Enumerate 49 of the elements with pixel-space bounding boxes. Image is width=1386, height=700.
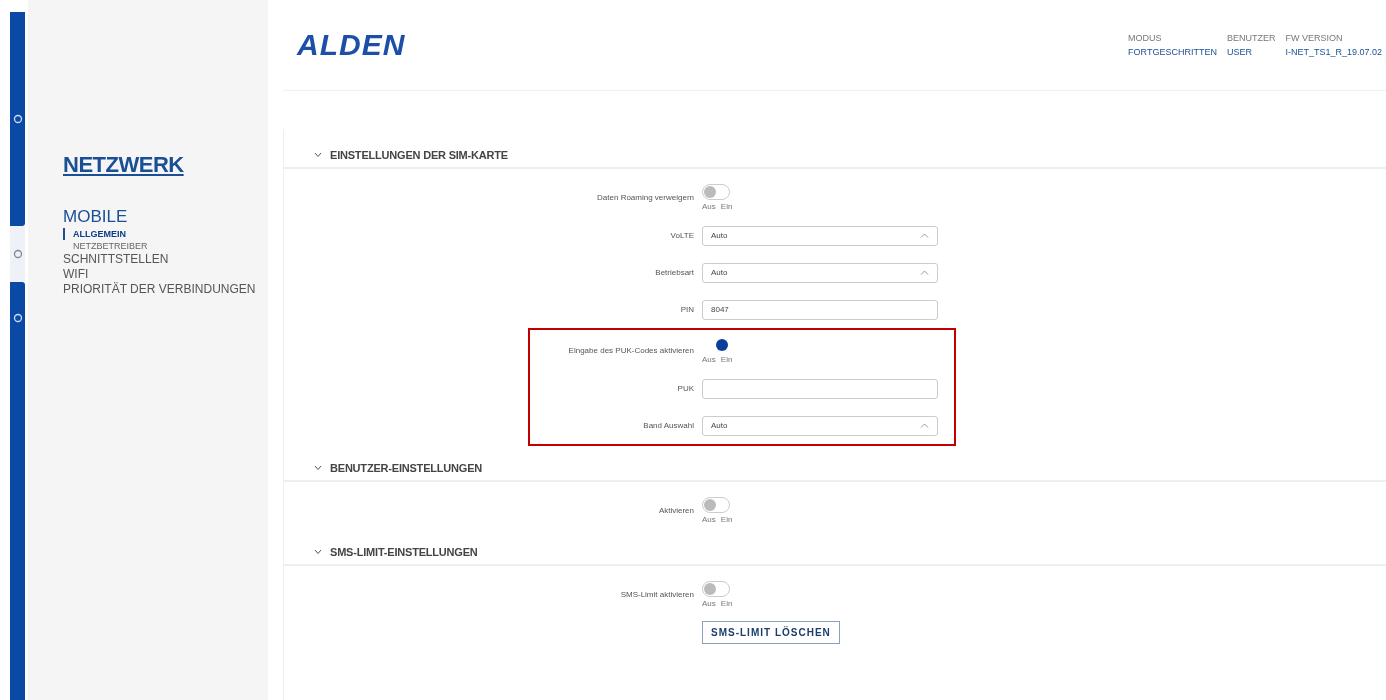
sidebar-subitem[interactable]: NETZBETREIBER: [63, 240, 148, 252]
select-dropdown[interactable]: Auto: [702, 415, 938, 436]
info-label: MODUS: [1128, 33, 1163, 43]
field-label: Daten Roaming verweigern: [596, 192, 694, 202]
clear-limit-button[interactable]: SMS-LIMIT LÖSCHEN: [702, 620, 840, 644]
select-dropdown[interactable]: Auto: [702, 225, 938, 246]
select-dropdown[interactable]: Auto: [702, 262, 938, 283]
toggle-off-label: Aus: [702, 514, 716, 524]
toggle-off-label: Aus: [702, 201, 716, 211]
info-label: BENUTZER: [1226, 33, 1276, 43]
info-value: FORTGESCHRITTEN: [1128, 47, 1217, 57]
section-header[interactable]: EINSTELLUNGEN DER SIM-KARTE: [284, 149, 1386, 169]
toggle-switch[interactable]: [702, 580, 730, 597]
field-label: PIN: [679, 305, 694, 314]
field-label: Eingabe des PUK-Codes aktivieren: [567, 345, 694, 355]
toggle-switch[interactable]: [702, 183, 730, 200]
field-label: PUK: [676, 384, 694, 393]
input-field[interactable]: 8047: [702, 299, 938, 320]
toggle-on-label: Ein: [720, 598, 733, 608]
toggle-switch[interactable]: [702, 496, 730, 513]
toggle-on-label: Ein: [720, 201, 733, 211]
chevron-icon: [314, 152, 322, 158]
chevron-icon: [314, 549, 322, 555]
field-label: Band Auswahl: [642, 421, 694, 430]
sidebar-item[interactable]: PRIORITÄT DER VERBINDUNGEN: [63, 282, 256, 297]
toggle-off-label: Aus: [702, 598, 716, 608]
sidebar-item[interactable]: WIFI: [63, 267, 89, 282]
section-header[interactable]: SMS-LIMIT-EINSTELLUNGEN: [284, 546, 1386, 566]
brand-logo: ALDEN: [297, 28, 406, 62]
toggle-on-label: Ein: [720, 354, 733, 364]
sidebar-item[interactable]: MOBILE: [63, 206, 128, 228]
section-header[interactable]: BENUTZER-EINSTELLUNGEN: [284, 462, 1386, 482]
field-label: Betriebsart: [654, 268, 694, 277]
chevron-icon: [314, 465, 322, 471]
info-label: FW VERSION: [1285, 33, 1344, 43]
field-label: VoLTE: [669, 231, 694, 240]
field-label: Aktivieren: [657, 505, 694, 515]
sidebar-subitem[interactable]: ALLGEMEIN: [63, 228, 126, 240]
field-label: SMS-Limit aktivieren: [619, 589, 694, 599]
info-value: USER: [1226, 47, 1253, 57]
input-field[interactable]: [702, 378, 938, 399]
toggle-on-label: Ein: [720, 514, 733, 524]
sidebar-item[interactable]: SCHNITTSTELLEN: [63, 252, 169, 267]
toggle-off-label: Aus: [702, 354, 716, 364]
caret-icon: [920, 233, 929, 238]
info-value: I-NET_TS1_R_19.07.02: [1285, 47, 1382, 57]
caret-icon: [920, 270, 929, 275]
sidebar-title: NETZWERK: [63, 152, 184, 178]
caret-icon: [920, 423, 929, 428]
